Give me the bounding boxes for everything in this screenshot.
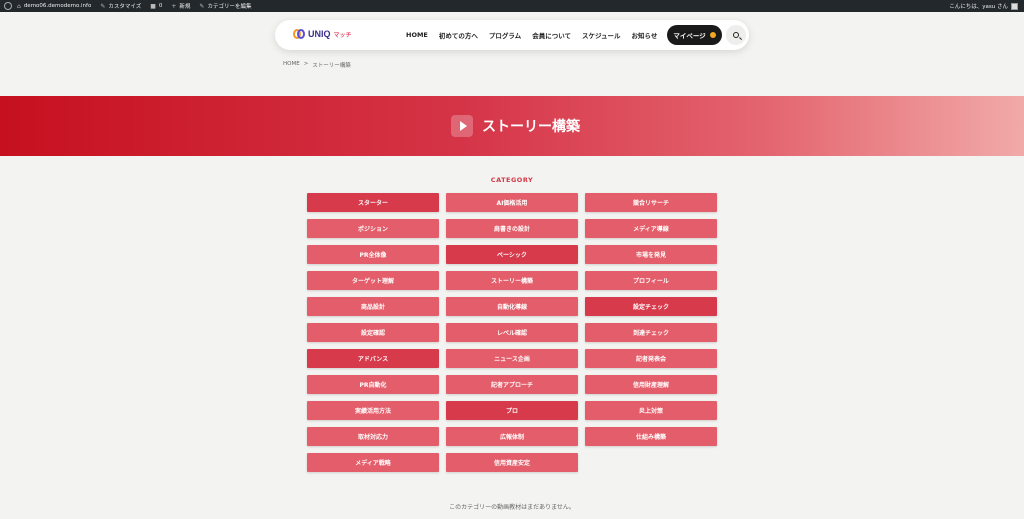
category-button[interactable]: 実績活用方法 <box>307 401 439 420</box>
category-button[interactable]: 炎上対策 <box>585 401 717 420</box>
category-button[interactable]: スターター <box>307 193 439 212</box>
play-icon <box>451 115 473 137</box>
category-heading: CATEGORY <box>490 176 534 184</box>
nav-home[interactable]: HOME <box>406 31 428 39</box>
nav-membership[interactable]: 会員について <box>532 30 571 40</box>
search-icon <box>733 32 739 38</box>
nav-program[interactable]: プログラム <box>489 30 521 40</box>
category-button[interactable]: レベル確認 <box>446 323 578 342</box>
site-header: UNIQ マッチ HOME 初めての方へ プログラム 会員について スケジュール… <box>275 20 749 50</box>
category-grid: スターター AI価格活用 競合リサーチポジション 肩書きの設計 メディア導線 PR全体像ベ… <box>307 193 717 472</box>
category-button[interactable]: ストーリー構築 <box>446 271 578 290</box>
admin-customize-link[interactable]: ✎ カスタマイズ <box>100 2 141 11</box>
pencil-icon: ✎ <box>199 2 205 10</box>
empty-message: このカテゴリーの動画教材はまだありません。 <box>449 504 575 511</box>
breadcrumb-home[interactable]: HOME <box>283 61 300 69</box>
category-button[interactable]: 設定確認 <box>307 323 439 342</box>
nav-schedule[interactable]: スケジュール <box>582 30 621 40</box>
admin-site-link[interactable]: ⌂ demo06.demodemo.info <box>17 3 91 10</box>
category-button[interactable]: 信用資産安定 <box>446 453 578 472</box>
category-button[interactable]: ニュース企画 <box>446 349 578 368</box>
category-button[interactable]: PR全体像 <box>307 245 439 264</box>
category-button[interactable]: 到達チェック <box>585 323 717 342</box>
category-button[interactable]: 市場を発見 <box>585 245 717 264</box>
category-button[interactable]: PR自動化 <box>307 375 439 394</box>
avatar <box>1011 2 1018 10</box>
category-button[interactable]: ベーシック <box>446 245 578 264</box>
category-button[interactable]: AI価格活用 <box>446 193 578 212</box>
category-button[interactable]: 信用財産理解 <box>585 375 717 394</box>
mypage-button[interactable]: マイページ <box>667 25 722 45</box>
category-button[interactable]: 設定チェック <box>585 297 717 316</box>
category-button[interactable]: 自動化導線 <box>446 297 578 316</box>
category-button[interactable]: 記者アプローチ <box>446 375 578 394</box>
category-button[interactable]: 商品設計 <box>307 297 439 316</box>
category-button[interactable]: メディア戦略 <box>307 453 439 472</box>
admin-account[interactable]: こんにちは、yasu さん <box>949 0 1018 12</box>
category-button[interactable]: プロ <box>446 401 578 420</box>
category-button[interactable]: 広報体制 <box>446 427 578 446</box>
wordpress-icon[interactable] <box>4 2 12 10</box>
logo-mark-icon <box>293 28 305 40</box>
home-icon: ⌂ <box>17 2 21 10</box>
search-button[interactable] <box>726 25 746 45</box>
page-title: ストーリー構築 <box>482 119 580 135</box>
admin-edit-category-link[interactable]: ✎ カテゴリーを編集 <box>199 2 251 11</box>
category-button[interactable]: アドバンス <box>307 349 439 368</box>
category-button[interactable]: 取材対応力 <box>307 427 439 446</box>
category-button[interactable]: ポジション <box>307 219 439 238</box>
category-hero: ストーリー構築 <box>0 96 1024 156</box>
site-logo[interactable]: UNIQ マッチ <box>293 28 352 40</box>
logo-sub: マッチ <box>333 31 352 39</box>
admin-comments-link[interactable]: ■ 0 <box>150 3 162 10</box>
comment-icon: ■ <box>150 2 156 10</box>
nav-beginners[interactable]: 初めての方へ <box>439 30 478 40</box>
admin-new-link[interactable]: + 新規 <box>171 2 190 11</box>
plus-icon: + <box>171 2 177 10</box>
logo-text: UNIQ <box>308 29 331 39</box>
breadcrumb: HOME > ストーリー構築 <box>283 61 351 69</box>
notification-dot <box>709 32 716 38</box>
category-button[interactable]: 仕組み構築 <box>585 427 717 446</box>
nav-news[interactable]: お知らせ <box>632 30 658 40</box>
breadcrumb-separator: > <box>303 61 309 67</box>
brush-icon: ✎ <box>100 2 106 10</box>
breadcrumb-current: ストーリー構築 <box>312 63 351 69</box>
main-nav: HOME 初めての方へ プログラム 会員について スケジュール お知らせ <box>406 20 668 50</box>
category-button[interactable]: 肩書きの設計 <box>446 219 578 238</box>
category-button[interactable]: 記者発表会 <box>585 349 717 368</box>
category-button[interactable]: プロフィール <box>585 271 717 290</box>
admin-bar: ⌂ demo06.demodemo.info ✎ カスタマイズ ■ 0 + 新規 ✎ カテ… <box>0 0 1024 12</box>
category-button[interactable]: ターゲット理解 <box>307 271 439 290</box>
category-button[interactable]: メディア導線 <box>585 219 717 238</box>
category-button[interactable]: 競合リサーチ <box>585 193 717 212</box>
